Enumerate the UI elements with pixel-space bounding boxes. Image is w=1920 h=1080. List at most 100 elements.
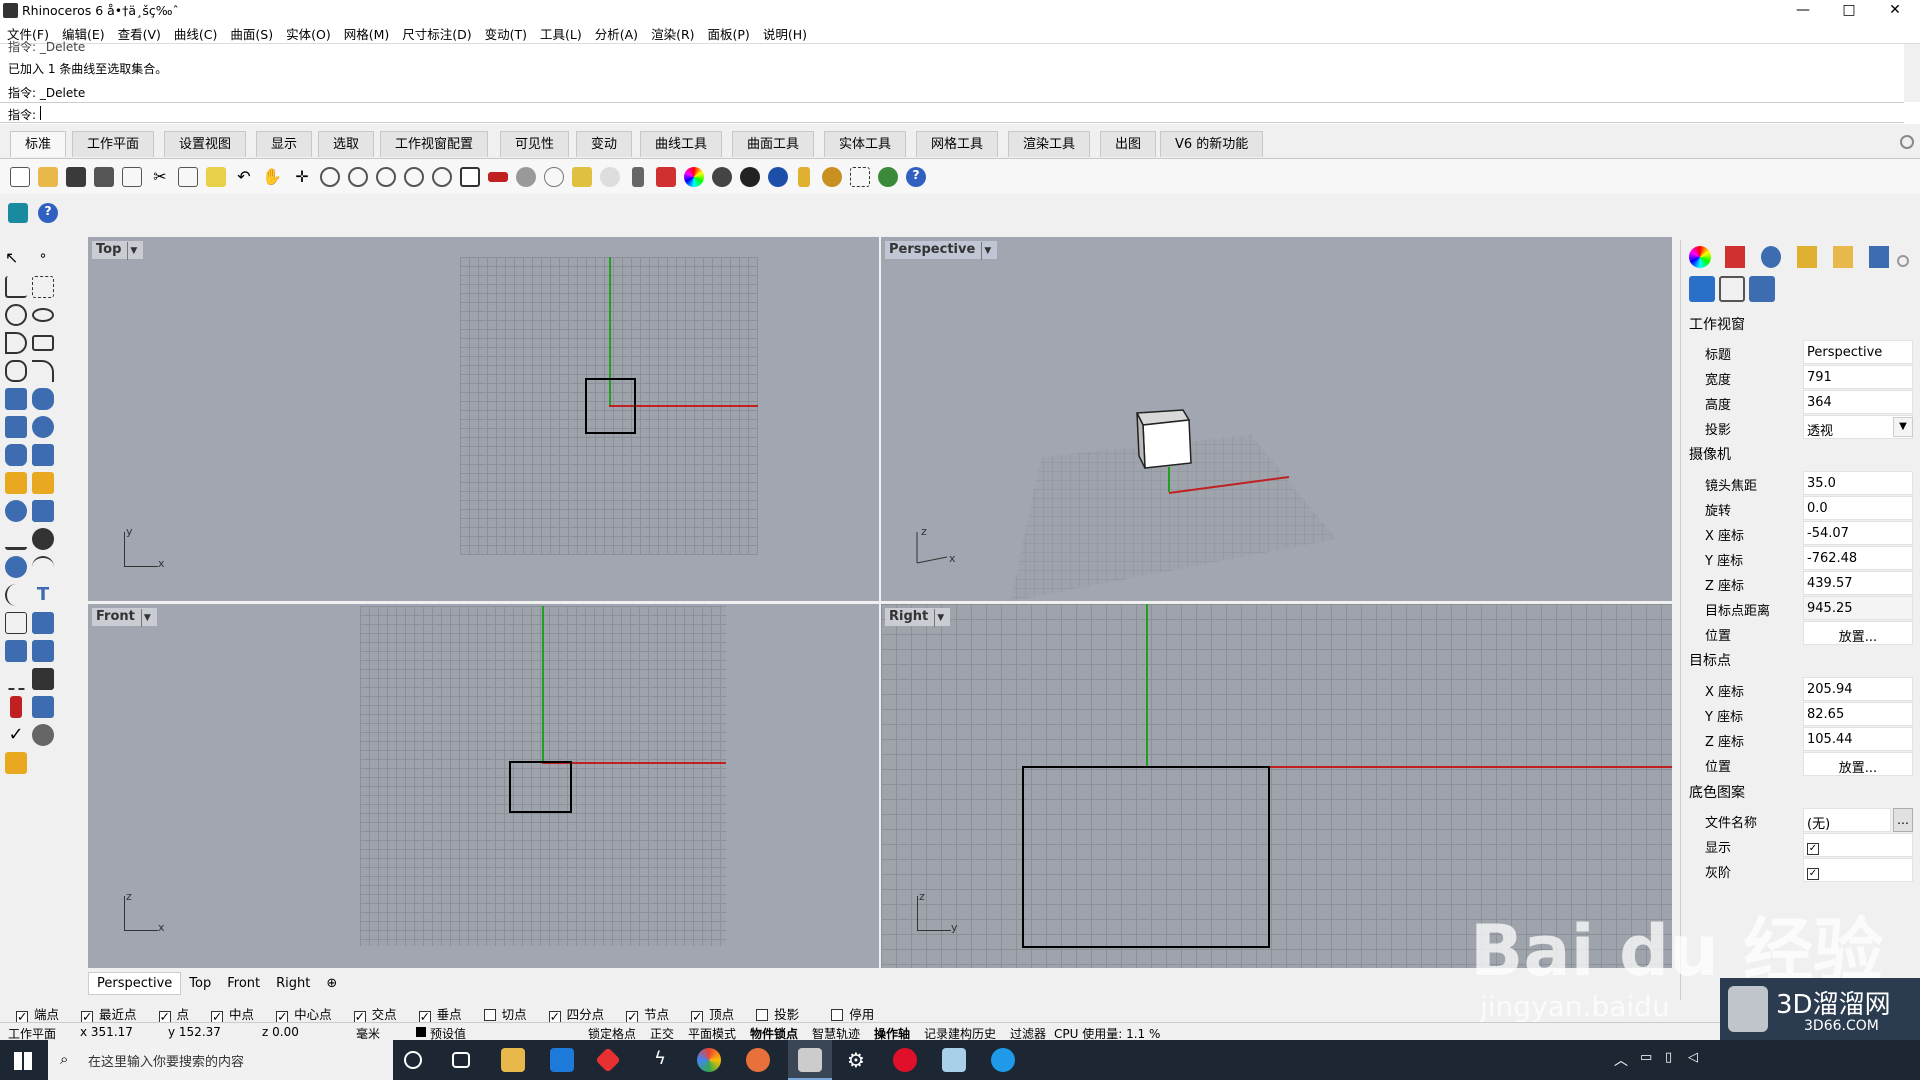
array-icon[interactable] bbox=[5, 612, 27, 634]
block-icon[interactable] bbox=[32, 612, 54, 634]
cplane-gumball-icon[interactable] bbox=[8, 203, 28, 223]
chevron-down-icon[interactable]: ▼ bbox=[127, 242, 139, 260]
osnap-item[interactable]: ✓ 顶点 bbox=[683, 1004, 734, 1023]
target-z-field[interactable]: 105.44 bbox=[1803, 727, 1913, 751]
undo-view-icon[interactable] bbox=[432, 167, 452, 187]
camera-z-field[interactable]: 439.57 bbox=[1803, 571, 1913, 595]
tab-transform[interactable]: 变动 bbox=[576, 131, 633, 157]
box-icon[interactable] bbox=[5, 416, 27, 438]
tab-surface-tools[interactable]: 曲面工具 bbox=[732, 131, 815, 157]
menu-analyze[interactable]: 分析(A) bbox=[588, 22, 644, 43]
shaded-sphere-icon[interactable] bbox=[712, 167, 732, 187]
solid-edit-icon[interactable] bbox=[32, 640, 54, 662]
viewport-label-perspective[interactable]: Perspective ▼ bbox=[885, 241, 998, 260]
four-viewports-icon[interactable] bbox=[460, 167, 480, 187]
add-viewport-icon[interactable]: ⊕ bbox=[318, 973, 345, 994]
osnap-item[interactable]: 停用 bbox=[823, 1004, 874, 1023]
maximize-button[interactable]: □ bbox=[1826, 0, 1872, 22]
print-icon[interactable] bbox=[94, 167, 114, 187]
zoom-extents-icon[interactable] bbox=[376, 167, 396, 187]
chevron-down-icon[interactable]: ▼ bbox=[981, 242, 993, 260]
color-wheel-icon[interactable] bbox=[684, 167, 704, 187]
surface-corner-icon[interactable] bbox=[5, 388, 27, 410]
globe-icon[interactable] bbox=[878, 167, 898, 187]
tab-visibility[interactable]: 可见性 bbox=[500, 131, 570, 157]
box-object[interactable] bbox=[585, 378, 636, 434]
lock-icon[interactable] bbox=[632, 167, 644, 187]
tab-curve-tools[interactable]: 曲线工具 bbox=[640, 131, 723, 157]
windows-start-icon[interactable] bbox=[14, 1052, 32, 1070]
notepad-icon[interactable] bbox=[942, 1048, 966, 1072]
copy-icon[interactable] bbox=[178, 167, 198, 187]
help-icon[interactable]: ? bbox=[906, 167, 926, 187]
paint-app-icon[interactable] bbox=[746, 1048, 770, 1072]
move-icon[interactable] bbox=[5, 556, 27, 578]
point-icon[interactable] bbox=[544, 167, 564, 187]
viewport-label-front[interactable]: Front ▼ bbox=[92, 608, 157, 627]
render-icon[interactable] bbox=[768, 167, 788, 187]
render-tool-icon[interactable] bbox=[32, 724, 54, 746]
menu-panels[interactable]: 面板(P) bbox=[701, 22, 756, 43]
menu-help[interactable]: 说明(H) bbox=[756, 22, 813, 43]
boolean-union-icon[interactable] bbox=[5, 472, 27, 494]
osnap-item[interactable]: ✓ 交点 bbox=[346, 1004, 397, 1023]
tab-set-view[interactable]: 设置视图 bbox=[164, 131, 247, 157]
tab-render-tools[interactable]: 渲染工具 bbox=[1008, 131, 1091, 157]
cut-icon[interactable]: ✂ bbox=[150, 167, 170, 187]
target-distance-field[interactable]: 945.25 bbox=[1803, 596, 1913, 620]
cplane-icon[interactable] bbox=[488, 172, 508, 182]
polygon-icon[interactable] bbox=[5, 360, 27, 382]
zoom-window-icon[interactable] bbox=[348, 167, 368, 187]
set-view-icon[interactable] bbox=[516, 167, 536, 187]
paste-icon[interactable] bbox=[206, 167, 226, 187]
osnap-item[interactable]: ✓ 最近点 bbox=[73, 1004, 137, 1023]
chevron-down-icon[interactable]: ▼ bbox=[140, 609, 153, 627]
options-gear-icon[interactable] bbox=[822, 167, 842, 187]
circle-icon[interactable] bbox=[5, 304, 27, 326]
camera-icon[interactable] bbox=[1689, 276, 1715, 302]
text-tool-icon[interactable]: T bbox=[32, 584, 54, 606]
viewport-tab-perspective[interactable]: Perspective bbox=[88, 972, 182, 995]
task-view-icon[interactable] bbox=[452, 1052, 470, 1068]
cylinder-icon[interactable] bbox=[5, 444, 27, 466]
tab-standard[interactable]: 标准 bbox=[10, 131, 67, 157]
import-icon[interactable] bbox=[122, 167, 142, 187]
selection-filter-icon[interactable] bbox=[850, 167, 870, 187]
tab-drafting[interactable]: 出图 bbox=[1100, 131, 1157, 157]
osnap-item[interactable]: ✓ 四分点 bbox=[541, 1004, 604, 1023]
select-icon[interactable] bbox=[572, 167, 592, 187]
point-tool-icon[interactable]: ∘ bbox=[32, 248, 54, 270]
menu-mesh[interactable]: 网格(M) bbox=[337, 22, 396, 43]
osnap-checkbox[interactable] bbox=[831, 1009, 844, 1021]
cortana-icon[interactable] bbox=[404, 1051, 422, 1069]
tab-new-in-v6[interactable]: V6 的新功能 bbox=[1160, 131, 1264, 157]
gear-icon[interactable] bbox=[1900, 135, 1914, 149]
viewport-icon[interactable] bbox=[1719, 276, 1745, 302]
drafting-icon[interactable] bbox=[5, 752, 27, 774]
sphere-icon[interactable] bbox=[32, 416, 54, 438]
libraries-tab-icon[interactable] bbox=[1833, 246, 1853, 268]
tab-viewport-layout[interactable]: 工作视窗配置 bbox=[380, 131, 489, 157]
width-field[interactable]: 791 bbox=[1803, 365, 1913, 389]
menu-solid[interactable]: 实体(O) bbox=[279, 22, 337, 43]
pencil-icon[interactable] bbox=[798, 167, 810, 187]
weibo-icon[interactable] bbox=[893, 1048, 917, 1072]
help-tab-icon[interactable] bbox=[1869, 246, 1889, 268]
render-tab-icon[interactable] bbox=[1761, 246, 1781, 268]
osnap-item[interactable]: ✓ 点 bbox=[151, 1004, 189, 1023]
osnap-item[interactable]: ✓ 垂点 bbox=[411, 1004, 462, 1023]
mail-icon[interactable] bbox=[550, 1048, 574, 1072]
viewport-label-top[interactable]: Top ▼ bbox=[92, 241, 144, 260]
filename-field[interactable]: (无) bbox=[1803, 808, 1891, 832]
rotate-view-icon[interactable]: ✛ bbox=[292, 167, 312, 187]
display-icon[interactable] bbox=[1749, 276, 1775, 302]
camera-y-field[interactable]: -762.48 bbox=[1803, 546, 1913, 570]
osnap-item[interactable]: ✓ 中点 bbox=[203, 1004, 254, 1023]
open-file-icon[interactable] bbox=[38, 167, 58, 187]
history-scrollbar[interactable] bbox=[1904, 44, 1920, 102]
viewport-tab-top[interactable]: Top bbox=[181, 973, 219, 994]
mesh-tool-icon[interactable] bbox=[32, 696, 54, 718]
osnap-checkbox[interactable] bbox=[483, 1009, 496, 1021]
height-field[interactable]: 364 bbox=[1803, 390, 1913, 414]
tray-chevron-up-icon[interactable]: ︿ bbox=[1614, 1050, 1628, 1070]
